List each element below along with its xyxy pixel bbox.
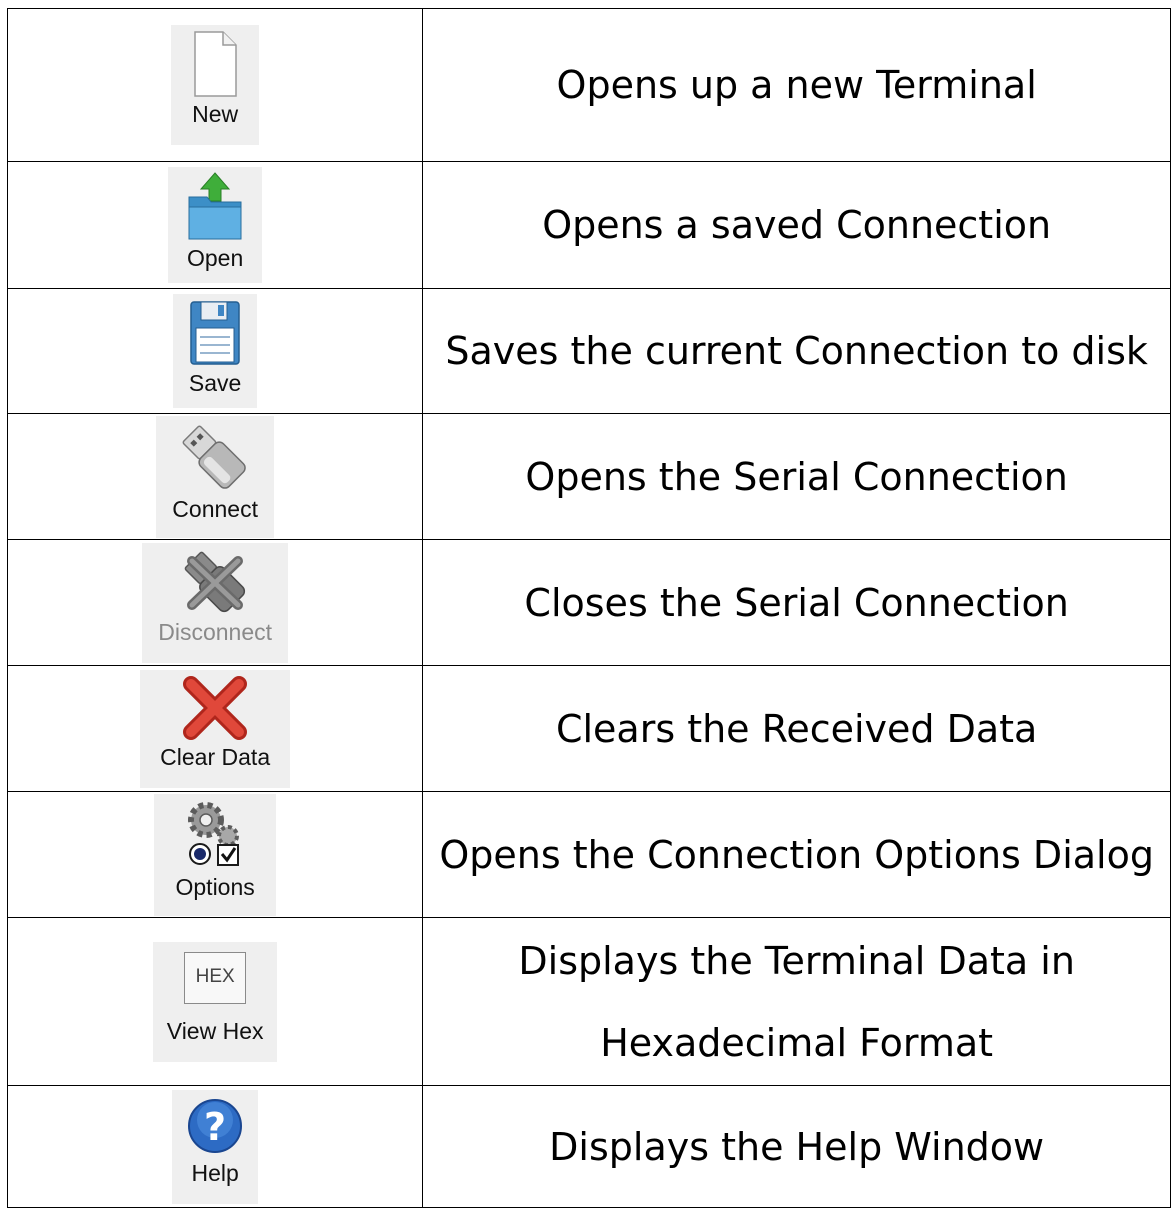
table-row: ? Help Displays the Help Window [6,1085,1171,1208]
svg-text:?: ? [204,1105,226,1149]
table-row: Connect Opens the Serial Connection [6,413,1171,540]
button-label: Save [188,370,242,396]
description-cell: Clears the Received Data [422,665,1171,792]
table-row: Disconnect Closes the Serial Connection [6,539,1171,666]
description-cell: Opens the Connection Options Dialog [422,791,1171,918]
description-line: Hexadecimal Format [600,1020,994,1065]
description-text: Opens up a new Terminal [556,63,1037,107]
new-button[interactable]: New [171,25,260,145]
table-row: Clear Data Clears the Received Data [6,665,1171,792]
hex-icon-text: HEX [195,965,235,987]
description-text: Opens the Serial Connection [525,454,1068,499]
toolbar-reference-table: New Opens up a new Terminal Open Opens a… [6,8,1171,1208]
description-cell: Closes the Serial Connection [422,539,1171,666]
gear-check-icon [188,801,240,866]
icon-cell: ? Help [6,1085,424,1208]
hex-icon: HEX [184,951,247,1004]
icon-cell: HEX View Hex [6,917,424,1086]
icon-cell: Options [6,791,424,918]
icon-cell: Open [6,161,424,289]
button-label: Disconnect [158,618,273,645]
description-text: Saves the current Connection to disk [445,329,1148,373]
open-folder-icon [188,172,242,240]
description-cell: Saves the current Connection to disk [422,288,1171,414]
new-file-icon [194,31,237,97]
table-row: Save Saves the current Connection to dis… [6,288,1171,414]
icon-cell: Save [6,288,424,414]
description-text: Opens a saved Connection [542,203,1052,247]
description-text: Displays the Help Window [549,1124,1045,1169]
button-label: Open [187,245,244,271]
button-label: Connect [172,495,258,522]
question-icon: ? [188,1098,243,1153]
floppy-disk-icon [190,301,240,365]
description-text: Opens the Connection Options Dialog [439,832,1154,877]
table-row: Options Opens the Connection Options Dia… [6,791,1171,918]
usb-plug-icon [182,425,246,489]
description-text: Clears the Received Data [555,706,1038,751]
usb-unplug-icon [184,551,246,612]
description-cell: Opens the Serial Connection [422,413,1171,540]
connect-button[interactable]: Connect [156,415,275,538]
button-label: Options [175,873,255,900]
description-text: Closes the Serial Connection [524,580,1069,625]
disconnect-button[interactable]: Disconnect [142,542,289,663]
description-line: Displays the Terminal Data in [518,938,1075,983]
button-label: Help [191,1159,239,1186]
button-label: New [192,101,239,127]
red-x-icon [183,675,248,740]
table-row: Open Opens a saved Connection [6,161,1171,289]
help-button[interactable]: ? Help [172,1089,259,1204]
options-button[interactable]: Options [154,793,277,916]
table-row: New Opens up a new Terminal [6,8,1171,162]
clear-data-button[interactable]: Clear Data [140,669,291,788]
button-label: View Hex [166,1017,264,1044]
open-button[interactable]: Open [168,167,263,283]
table-row: HEX View Hex Displays the Terminal Data … [6,917,1171,1086]
icon-cell: New [6,8,424,162]
icon-cell: Connect [6,413,424,540]
description-cell: Displays the Terminal Data in Hexadecima… [422,917,1171,1086]
icon-cell: Clear Data [6,665,424,792]
description-cell: Displays the Help Window [422,1085,1171,1208]
description-cell: Opens a saved Connection [422,161,1171,289]
view-hex-button[interactable]: HEX View Hex [153,941,278,1062]
button-label: Clear Data [160,743,271,770]
icon-cell: Disconnect [6,539,424,666]
description-cell: Opens up a new Terminal [422,8,1171,162]
save-button[interactable]: Save [173,294,258,408]
